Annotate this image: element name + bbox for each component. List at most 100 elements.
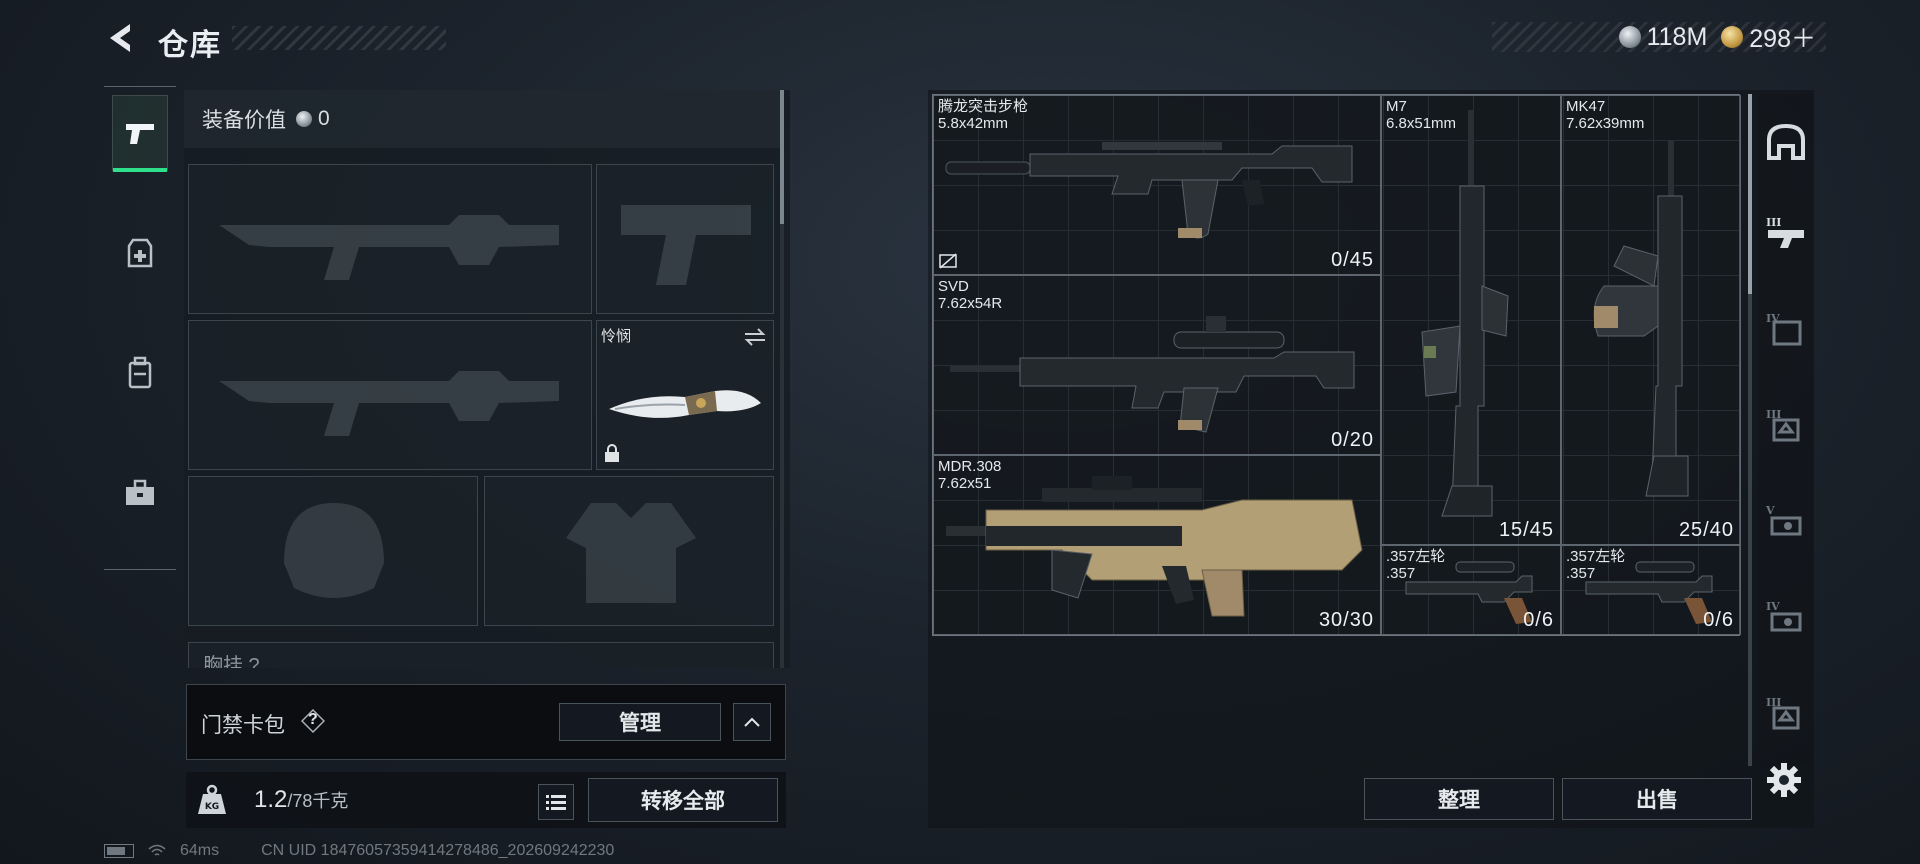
sell-button[interactable]: 出售: [1562, 778, 1752, 820]
ping-readout: 64ms: [180, 842, 220, 859]
item-name: SVD: [938, 278, 969, 295]
storage-item-svd[interactable]: SVD 7.62x54R 0/20: [933, 275, 1381, 455]
tier-label: IV: [1766, 600, 1780, 613]
help-mark: ?: [308, 711, 318, 728]
storage-item-mk47[interactable]: MK47 7.62x39mm 25/40: [1561, 95, 1741, 545]
category-chest-rig[interactable]: V: [1762, 490, 1810, 550]
backpack-icon: [128, 356, 152, 389]
rifle-silhouette-icon: [219, 215, 559, 280]
category-backpack[interactable]: [112, 335, 168, 411]
medkit-icon: [127, 238, 153, 268]
storage-item-mdr308[interactable]: MDR.308 7.62x51 30/30: [933, 455, 1381, 635]
category-weapons[interactable]: [112, 95, 168, 172]
helmet-silhouette-icon: [284, 503, 384, 598]
sidearm-slot[interactable]: [596, 164, 774, 314]
chevron-up-icon: [744, 717, 760, 727]
assault-rifle-icon: [945, 142, 1353, 239]
list-icon: [546, 795, 566, 810]
weight-capacity: /78千克: [287, 791, 349, 811]
left-category-bar: [104, 86, 176, 570]
category-chest-rig-2[interactable]: IV: [1762, 586, 1810, 646]
transfer-all-button[interactable]: 转移全部: [588, 778, 778, 822]
item-ammo: 0/20: [1331, 429, 1374, 451]
category-tools[interactable]: [112, 455, 168, 531]
category-armor-rig[interactable]: III: [1762, 202, 1810, 262]
armor-rig-icon: III: [1766, 216, 1804, 248]
help-button[interactable]: ?: [300, 708, 326, 734]
armor-slot[interactable]: [484, 476, 774, 626]
item-ammo: 0/6: [1523, 609, 1554, 631]
equipment-value: 装备价值 0: [184, 90, 780, 148]
chest-rig-icon: V: [1765, 504, 1802, 536]
silver-amount: 118M: [1646, 22, 1708, 51]
bullpup-rifle-mdr-icon: [946, 476, 1363, 617]
right-category-bar: III IV III V IV III: [1758, 94, 1814, 766]
storage-item-m7[interactable]: M7 6.8x51mm 15/45: [1381, 95, 1561, 545]
collapse-button[interactable]: [733, 703, 771, 741]
storage-item-revolver-357[interactable]: .357左轮 .357 0/6: [1381, 545, 1561, 635]
item-ammo: 25/40: [1678, 519, 1734, 541]
item-ammo: 15/45: [1498, 519, 1554, 541]
toolbox-icon: [126, 479, 154, 505]
armor-tier-icon: III: [1766, 696, 1800, 730]
weight-bar: KG 1.2/78千克 转移全部: [186, 772, 786, 828]
silver-coin-icon: [296, 111, 312, 127]
category-helmet[interactable]: [1762, 112, 1810, 172]
rifle-silhouette-icon: [219, 371, 559, 436]
gold-amount: 298＋: [1749, 25, 1816, 53]
item-ammo: 30/30: [1318, 609, 1374, 631]
item-caliber: 7.62x39mm: [1566, 115, 1645, 132]
tier-label: III: [1766, 216, 1781, 229]
uid-readout: CN UID 18476057359414278486_202609242230: [261, 842, 615, 859]
melee-slot[interactable]: 怜悯: [596, 320, 774, 470]
svg-text:KG: KG: [205, 802, 219, 812]
karambit-knife-icon: [609, 390, 761, 418]
gear-icon: [1767, 763, 1801, 797]
secondary-weapon-slot[interactable]: [188, 320, 592, 470]
pistol-silhouette-icon: [621, 205, 751, 285]
equipment-value-label: 装备价值: [202, 109, 286, 132]
back-arrow-icon: [110, 24, 130, 52]
title-decoration: [232, 26, 446, 50]
melee-name: 怜悯: [601, 328, 632, 345]
weight-current: 1.2: [254, 786, 288, 813]
storage-item-rifle-tenglong[interactable]: 腾龙突击步枪 5.8x42mm 0/45: [933, 95, 1381, 275]
item-ammo: 0/6: [1703, 609, 1734, 631]
category-backpack[interactable]: IV: [1762, 298, 1810, 358]
gold-currency[interactable]: 298＋: [1721, 19, 1816, 55]
manage-button[interactable]: 管理: [559, 703, 721, 741]
gold-coin-icon: [1721, 26, 1744, 48]
sort-button[interactable]: 整理: [1364, 778, 1554, 820]
chest-rig-icon: IV: [1766, 600, 1802, 632]
storage-scrollbar-thumb[interactable]: [1748, 94, 1752, 294]
kg-weight-icon: KG: [198, 784, 226, 814]
tier-label: V: [1765, 504, 1775, 517]
page-title: 仓库: [158, 29, 222, 62]
status-bar: 64ms CN UID 18476057359414278486_2026092…: [104, 842, 614, 860]
loadout-panel: 装备价值 0 怜悯 胸挂 ?: [184, 90, 790, 668]
battery-icon: [104, 844, 134, 858]
silver-currency: 118M: [1618, 22, 1708, 52]
category-armor-2[interactable]: III: [1762, 682, 1810, 742]
marksman-rifle-svd-icon: [950, 316, 1355, 433]
helmet-slot[interactable]: [188, 476, 478, 626]
keycard-bag-bar: 门禁卡包 ? 管理: [186, 684, 786, 760]
settings-button[interactable]: [1766, 762, 1802, 798]
pistol-icon: [126, 124, 154, 144]
no-attachment-icon: [939, 253, 957, 269]
back-button[interactable]: [100, 18, 140, 58]
category-medical[interactable]: [112, 215, 168, 291]
loadout-scrollbar-thumb[interactable]: [780, 90, 784, 224]
armor-tier-icon: III: [1766, 408, 1800, 442]
swap-icon[interactable]: [743, 327, 767, 347]
list-view-button[interactable]: [538, 784, 574, 820]
weight-readout: 1.2/78千克: [254, 786, 348, 814]
storage-item-revolver-357[interactable]: .357左轮 .357 0/6: [1561, 545, 1741, 635]
battle-rifle-m7-icon: [1421, 110, 1509, 517]
assault-rifle-mk47-icon: [1593, 140, 1689, 497]
wifi-icon: [148, 844, 166, 856]
primary-weapon-slot[interactable]: [188, 164, 592, 314]
chest-rig-slot[interactable]: 胸挂 ?: [188, 642, 774, 668]
category-armor[interactable]: III: [1762, 394, 1810, 454]
helmet-icon: [1767, 123, 1805, 160]
